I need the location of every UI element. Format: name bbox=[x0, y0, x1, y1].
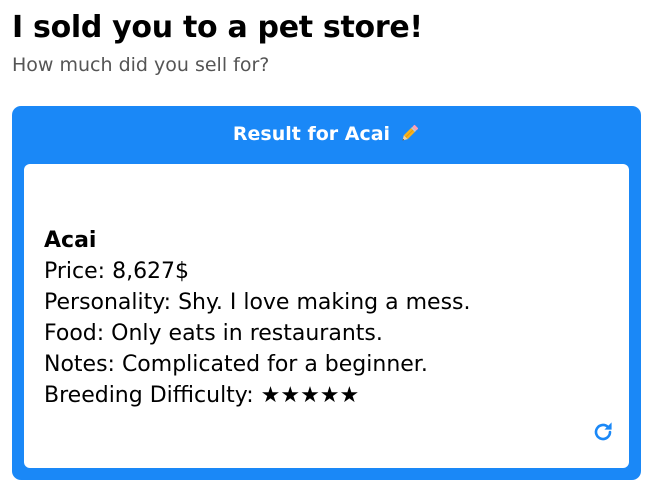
result-name: Acai bbox=[44, 228, 97, 253]
page-title: I sold you to a pet store! bbox=[12, 10, 423, 45]
refresh-icon[interactable] bbox=[591, 420, 615, 444]
result-food: Food: Only eats in restaurants. bbox=[44, 321, 383, 346]
result-price: Price: 8,627$ bbox=[44, 259, 190, 284]
result-personality: Personality: Shy. I love making a mess. bbox=[44, 290, 471, 315]
card-body: Acai Price: 8,627$ Personality: Shy. I l… bbox=[24, 164, 629, 468]
page-subtitle: How much did you sell for? bbox=[12, 54, 270, 76]
result-notes: Notes: Complicated for a beginner. bbox=[44, 352, 428, 377]
pencil-icon bbox=[398, 123, 420, 145]
result-breeding-difficulty: Breeding Difficulty: ★★★★★ bbox=[44, 383, 360, 408]
result-card: Result for Acai Acai Price: 8,627$ Perso… bbox=[12, 106, 641, 480]
card-header: Result for Acai bbox=[12, 106, 641, 162]
page-header: I sold you to a pet store! How much did … bbox=[12, 8, 645, 78]
card-title: Result for Acai bbox=[232, 123, 391, 145]
